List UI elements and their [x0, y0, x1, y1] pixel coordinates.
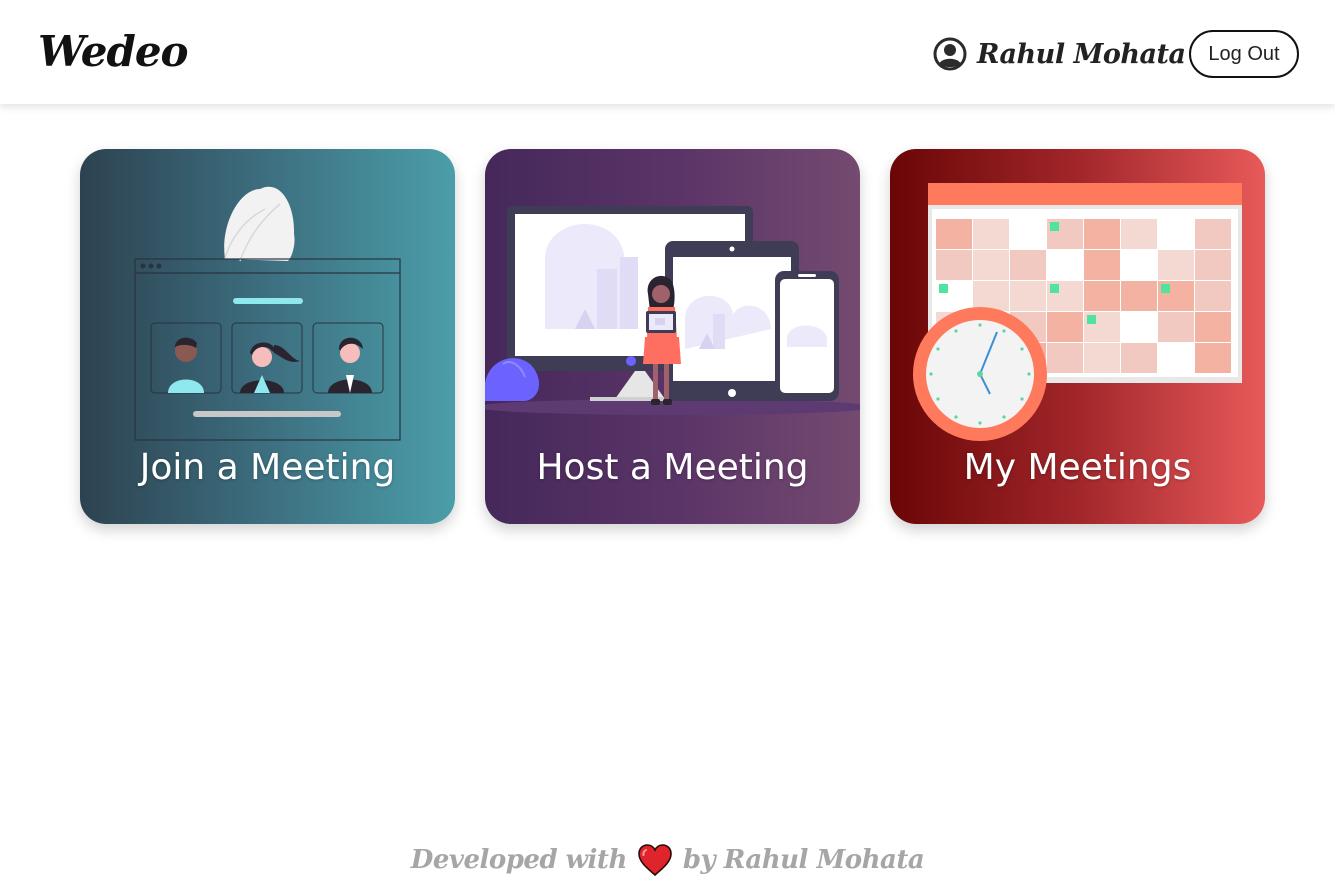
heart-icon [638, 844, 672, 877]
join-meeting-card[interactable]: Join a Meeting [80, 149, 455, 524]
calendar-clock-illustration [913, 183, 1242, 441]
user-profile[interactable]: Rahul Mohata [933, 36, 1186, 72]
user-name: Rahul Mohata [977, 38, 1186, 70]
host-meeting-title: Host a Meeting [536, 447, 809, 488]
user-circle-icon [933, 37, 967, 71]
join-meeting-title: Join a Meeting [139, 447, 396, 488]
logout-button[interactable]: Log Out [1189, 30, 1299, 78]
footer-prefix: Developed with [410, 845, 628, 875]
video-conference-illustration [134, 186, 401, 441]
brand-logo[interactable]: Wedeo [38, 24, 189, 80]
navbar: Wedeo Rahul Mohata Log Out [0, 0, 1335, 104]
footer-suffix: by Rahul Mohata [682, 845, 925, 875]
devices-presenter-illustration [485, 206, 860, 415]
my-meetings-card[interactable]: My Meetings [890, 149, 1265, 524]
my-meetings-title: My Meetings [963, 447, 1192, 488]
footer: Developed with by Rahul Mohata [0, 838, 1335, 882]
host-meeting-card[interactable]: Host a Meeting [485, 149, 860, 524]
